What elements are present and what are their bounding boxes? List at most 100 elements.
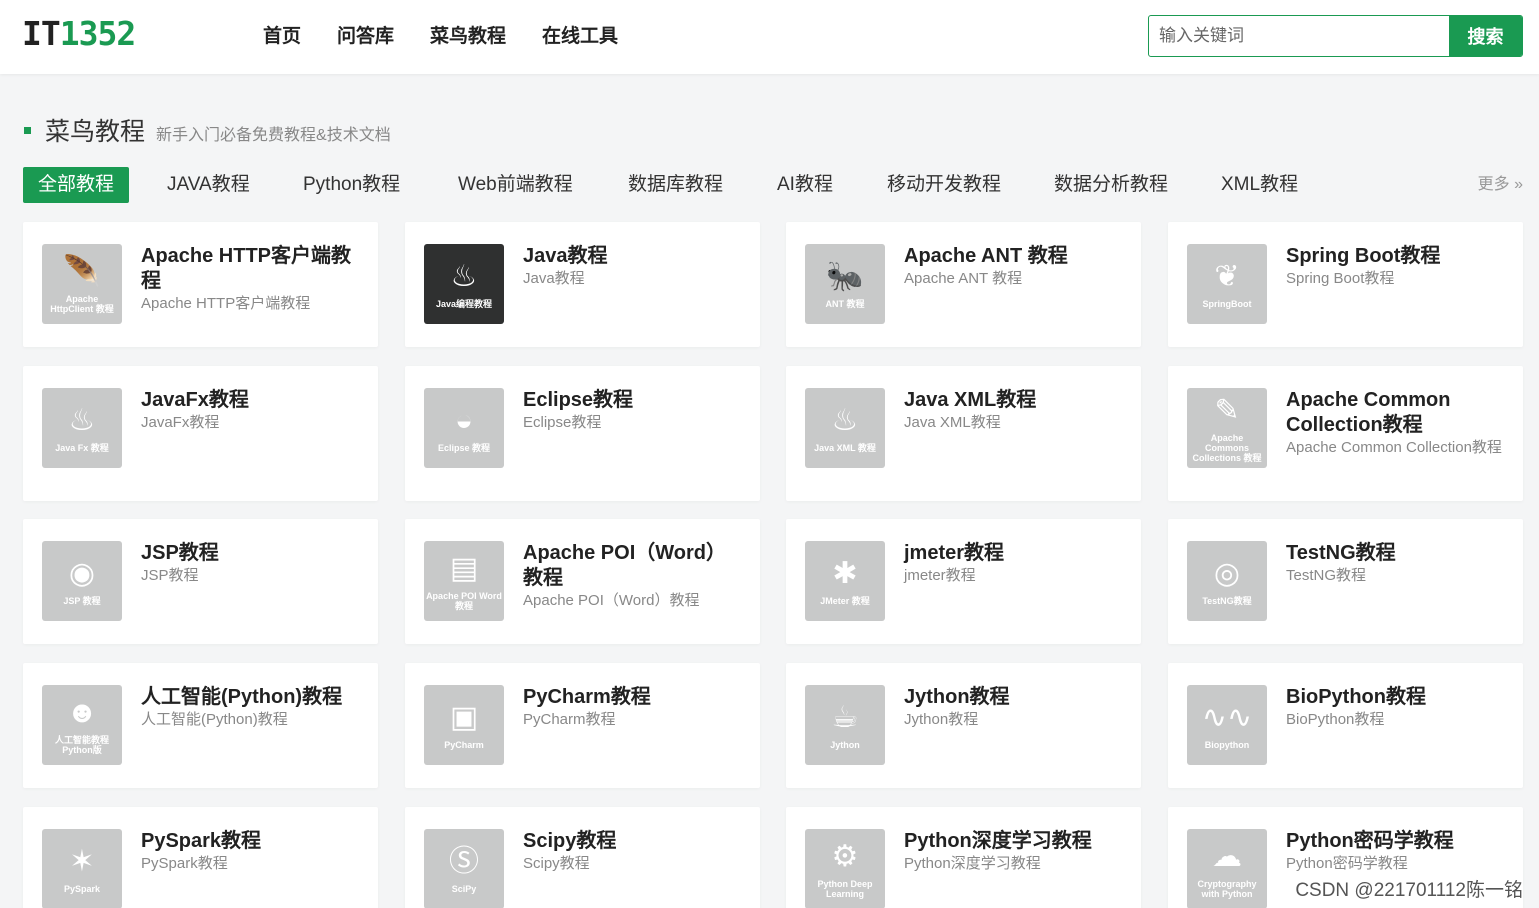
tutorial-card[interactable]: ✱ JMeter 教程 jmeter教程 jmeter教程: [786, 519, 1141, 644]
tab-ai[interactable]: AI教程: [777, 167, 833, 203]
card-title[interactable]: Spring Boot教程: [1286, 244, 1505, 269]
card-description: BioPython教程: [1286, 711, 1385, 728]
site-logo[interactable]: IT1352: [22, 14, 136, 53]
tab-python[interactable]: Python教程: [303, 167, 400, 203]
card-title[interactable]: BioPython教程: [1286, 685, 1505, 710]
nav-home[interactable]: 首页: [245, 22, 319, 52]
card-description: Spring Boot教程: [1286, 270, 1395, 287]
apache-feather-icon: ✎: [1214, 394, 1240, 427]
tutorial-card[interactable]: ♨ Java Fx 教程 JavaFx教程 JavaFx教程: [23, 366, 378, 501]
gear-magnifier-icon: ⚙: [831, 840, 859, 873]
tutorial-card[interactable]: Ⓢ SciPy Scipy教程 Scipy教程: [405, 807, 760, 908]
card-title[interactable]: 人工智能(Python)教程: [141, 685, 360, 710]
card-title[interactable]: Scipy教程: [523, 829, 742, 854]
card-thumbnail: 🐜 ANT 教程: [805, 244, 885, 324]
card-thumbnail: ☁ Cryptography with Python: [1187, 829, 1267, 908]
pycharm-icon: ▣: [449, 701, 479, 734]
camera-icon: ◉: [68, 557, 96, 590]
tutorial-card[interactable]: ☕ Jython Jython教程 Jython教程: [786, 663, 1141, 788]
card-thumbnail: ☕ Jython: [805, 685, 885, 765]
tab-data-analysis[interactable]: 数据分析教程: [1054, 167, 1168, 203]
tutorial-card[interactable]: 🪶 Apache HttpClient 教程 Apache HTTP客户端教程 Apa…: [23, 222, 378, 347]
card-title[interactable]: PySpark教程: [141, 829, 360, 854]
card-thumbnail: ❦ SpringBoot: [1187, 244, 1267, 324]
card-title[interactable]: Jython教程: [904, 685, 1123, 710]
card-title-block: Java XML教程 Java XML教程: [904, 388, 1123, 433]
card-title[interactable]: Eclipse教程: [523, 388, 742, 413]
tutorial-card[interactable]: ☻ 人工智能教程 Python版 人工智能(Python)教程 人工智能(Python…: [23, 663, 378, 788]
logo-text-number: 1352: [59, 14, 136, 53]
thumbnail-caption: JSP 教程: [63, 596, 101, 606]
card-title-block: jmeter教程 jmeter教程: [904, 541, 1123, 586]
card-thumbnail: ✎ Apache Commons Collections 教程: [1187, 388, 1267, 468]
tutorial-card[interactable]: ✎ Apache Commons Collections 教程 Apache Com…: [1168, 366, 1523, 501]
card-title[interactable]: jmeter教程: [904, 541, 1123, 566]
thumbnail-caption: 人工智能教程 Python版: [54, 735, 109, 755]
more-link[interactable]: 更多 »: [1478, 167, 1523, 203]
card-thumbnail: ♨ Java Fx 教程: [42, 388, 122, 468]
search-input[interactable]: [1149, 16, 1449, 56]
card-title[interactable]: TestNG教程: [1286, 541, 1505, 566]
card-title-block: Python密码学教程 Python密码学教程: [1286, 829, 1505, 874]
nav-qa[interactable]: 问答库: [319, 22, 412, 52]
tab-web[interactable]: Web前端教程: [458, 167, 573, 203]
card-thumbnail: ⚙ Python Deep Learning: [805, 829, 885, 908]
tutorial-card[interactable]: ▣ PyCharm PyCharm教程 PyCharm教程: [405, 663, 760, 788]
eclipse-icon: ◒: [454, 404, 474, 437]
card-title-block: BioPython教程 BioPython教程: [1286, 685, 1505, 730]
nav-tools[interactable]: 在线工具: [524, 22, 636, 52]
tutorial-card[interactable]: ❦ SpringBoot Spring Boot教程 Spring Boot教程: [1168, 222, 1523, 347]
tutorial-card[interactable]: ✶ PySpark PySpark教程 PySpark教程: [23, 807, 378, 908]
tab-all[interactable]: 全部教程: [23, 167, 130, 203]
card-title[interactable]: JSP教程: [141, 541, 360, 566]
eye-icon: ◎: [1213, 557, 1241, 590]
search-button[interactable]: 搜索: [1449, 16, 1522, 56]
tutorial-card[interactable]: ♨ Java编程教程 Java教程 Java教程: [405, 222, 760, 347]
card-thumbnail: ◒ Eclipse 教程: [424, 388, 504, 468]
section-subtitle: 新手入门必备免费教程&技术文档: [156, 127, 391, 144]
card-thumbnail: Ⓢ SciPy: [424, 829, 504, 908]
card-title-block: Apache HTTP客户端教程 Apache HTTP客户端教程: [141, 244, 360, 314]
card-title[interactable]: Apache HTTP客户端教程: [141, 244, 360, 294]
tab-java[interactable]: JAVA教程: [167, 167, 250, 203]
card-title-block: Apache POI（Word）教程 Apache POI（Word）教程: [523, 541, 742, 611]
section-header: 菜鸟教程 新手入门必备免费教程&技术文档: [24, 112, 391, 148]
tab-mobile[interactable]: 移动开发教程: [887, 167, 1001, 203]
card-title[interactable]: JavaFx教程: [141, 388, 360, 413]
thumbnail-caption: Apache HttpClient 教程: [50, 294, 114, 314]
card-title-block: Apache Common Collection教程 Apache Common …: [1286, 388, 1505, 458]
card-title[interactable]: Apache POI（Word）教程: [523, 541, 742, 591]
card-description: 人工智能(Python)教程: [141, 711, 288, 728]
tutorial-card[interactable]: ∿∿ Biopython BioPython教程 BioPython教程: [1168, 663, 1523, 788]
card-title[interactable]: Java教程: [523, 244, 742, 269]
tutorial-card[interactable]: ⚙ Python Deep Learning Python深度学习教程 Python深…: [786, 807, 1141, 908]
card-description: jmeter教程: [904, 567, 976, 584]
tools-icon: ✱: [832, 557, 858, 590]
thumbnail-caption: ANT 教程: [825, 299, 865, 309]
tab-xml[interactable]: XML教程: [1221, 167, 1298, 203]
tutorial-card[interactable]: ◎ TestNG教程 TestNG教程 TestNG教程: [1168, 519, 1523, 644]
thumbnail-caption: Cryptography with Python: [1197, 879, 1257, 899]
card-title[interactable]: Python密码学教程: [1286, 829, 1505, 854]
card-title[interactable]: Apache ANT 教程: [904, 244, 1123, 269]
card-title[interactable]: Java XML教程: [904, 388, 1123, 413]
card-thumbnail: ∿∿ Biopython: [1187, 685, 1267, 765]
tutorial-card[interactable]: ♨ Java XML 教程 Java XML教程 Java XML教程: [786, 366, 1141, 501]
tutorial-card[interactable]: ▤ Apache POI Word 教程 Apache POI（Word）教程 Apa…: [405, 519, 760, 644]
tutorial-card[interactable]: 🐜 ANT 教程 Apache ANT 教程 Apache ANT 教程: [786, 222, 1141, 347]
card-title[interactable]: Python深度学习教程: [904, 829, 1123, 854]
card-description: Apache ANT 教程: [904, 270, 1023, 287]
nav-tutorials[interactable]: 菜鸟教程: [412, 22, 524, 52]
card-thumbnail: ◉ JSP 教程: [42, 541, 122, 621]
tutorial-card[interactable]: ◒ Eclipse 教程 Eclipse教程 Eclipse教程: [405, 366, 760, 501]
tutorial-card[interactable]: ◉ JSP 教程 JSP教程 JSP教程: [23, 519, 378, 644]
card-thumbnail: ✱ JMeter 教程: [805, 541, 885, 621]
card-description: Java XML教程: [904, 414, 1001, 431]
card-description: JSP教程: [141, 567, 199, 584]
tab-database[interactable]: 数据库教程: [628, 167, 723, 203]
card-thumbnail: 🪶 Apache HttpClient 教程: [42, 244, 122, 324]
spark-icon: ✶: [69, 845, 95, 878]
card-title[interactable]: Apache Common Collection教程: [1286, 388, 1505, 438]
card-title[interactable]: PyCharm教程: [523, 685, 742, 710]
card-description: Apache POI（Word）教程: [523, 592, 700, 609]
